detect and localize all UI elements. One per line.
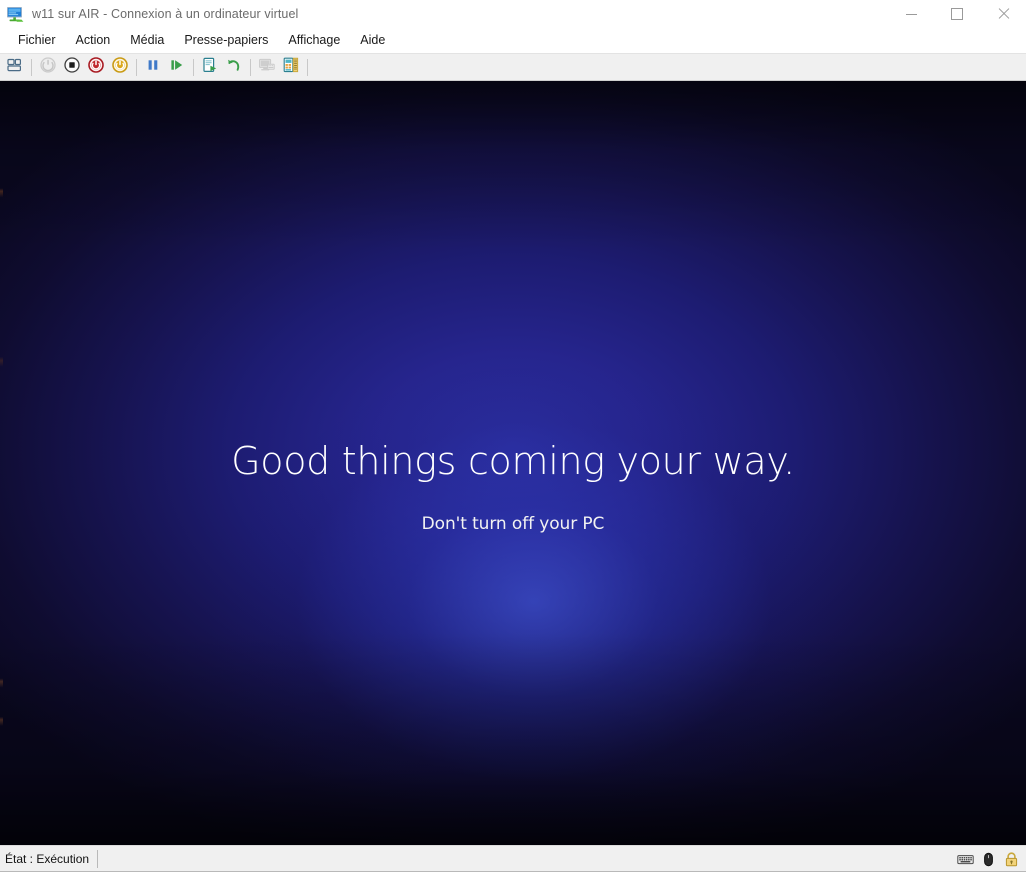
status-bar-icons bbox=[957, 846, 1020, 872]
revert-button[interactable] bbox=[222, 55, 246, 79]
minimize-button[interactable] bbox=[888, 0, 934, 28]
oobe-message-block: Good things coming your way. Don't turn … bbox=[0, 81, 1026, 534]
power-off-button[interactable] bbox=[108, 55, 132, 79]
oobe-headline: Good things coming your way. bbox=[231, 439, 795, 483]
close-icon bbox=[997, 8, 1009, 20]
minimize-icon bbox=[905, 13, 917, 15]
menu-item-affichage[interactable]: Affichage bbox=[278, 30, 350, 52]
checkpoint-icon bbox=[201, 56, 219, 79]
window-title: w11 sur AIR - Connexion à un ordinateur … bbox=[32, 7, 299, 21]
pause-button[interactable] bbox=[141, 55, 165, 79]
checkpoint-button[interactable] bbox=[198, 55, 222, 79]
keyboard-icon bbox=[957, 851, 974, 868]
toolbar-separator bbox=[31, 58, 32, 76]
enhanced-session-button[interactable] bbox=[279, 55, 303, 79]
ctrl-alt-del-icon bbox=[6, 56, 24, 79]
resume-icon bbox=[168, 56, 186, 79]
menu-item-action[interactable]: Action bbox=[66, 30, 121, 52]
revert-icon bbox=[225, 56, 243, 79]
vm-guest-display[interactable]: Good things coming your way. Don't turn … bbox=[0, 81, 1026, 845]
toolbar-separator bbox=[193, 58, 194, 76]
toolbar-separator bbox=[136, 58, 137, 76]
shutdown-icon bbox=[87, 56, 105, 79]
virtual-machine-monitor-icon bbox=[5, 4, 25, 24]
menu-bar: Fichier Action Média Presse-papiers Affi… bbox=[0, 29, 1026, 53]
lock-icon bbox=[1003, 851, 1020, 868]
toolbar-separator bbox=[307, 58, 308, 76]
enhanced-session-icon bbox=[282, 56, 300, 79]
stop-button[interactable] bbox=[60, 55, 84, 79]
toolbar-separator bbox=[250, 58, 251, 76]
menu-item-presse-papiers[interactable]: Presse-papiers bbox=[174, 30, 278, 52]
status-bar: État : Exécution bbox=[0, 845, 1026, 872]
start-button[interactable] bbox=[36, 55, 60, 79]
toolbar bbox=[0, 53, 1026, 81]
status-state-label: État : Exécution bbox=[0, 850, 99, 868]
menu-item-fichier[interactable]: Fichier bbox=[8, 30, 66, 52]
ctrl-alt-del-button[interactable] bbox=[3, 55, 27, 79]
maximize-button[interactable] bbox=[934, 0, 980, 28]
pause-icon bbox=[144, 56, 162, 79]
start-icon bbox=[39, 56, 57, 79]
title-bar: w11 sur AIR - Connexion à un ordinateur … bbox=[0, 0, 1026, 29]
maximize-icon bbox=[951, 8, 963, 20]
basic-session-button[interactable] bbox=[255, 55, 279, 79]
mouse-icon bbox=[980, 851, 997, 868]
virtual-machine-viewport[interactable]: Good things coming your way. Don't turn … bbox=[0, 81, 1026, 845]
basic-session-icon bbox=[258, 56, 276, 79]
oobe-subtext: Don't turn off your PC bbox=[421, 513, 605, 534]
menu-item-aide[interactable]: Aide bbox=[350, 30, 395, 52]
menu-item-media[interactable]: Média bbox=[120, 30, 174, 52]
virtual-machine-connection-window: w11 sur AIR - Connexion à un ordinateur … bbox=[0, 0, 1026, 872]
resume-button[interactable] bbox=[165, 55, 189, 79]
stop-icon bbox=[63, 56, 81, 79]
close-button[interactable] bbox=[980, 0, 1026, 28]
power-off-icon bbox=[111, 56, 129, 79]
window-controls bbox=[888, 0, 1026, 28]
shutdown-button[interactable] bbox=[84, 55, 108, 79]
